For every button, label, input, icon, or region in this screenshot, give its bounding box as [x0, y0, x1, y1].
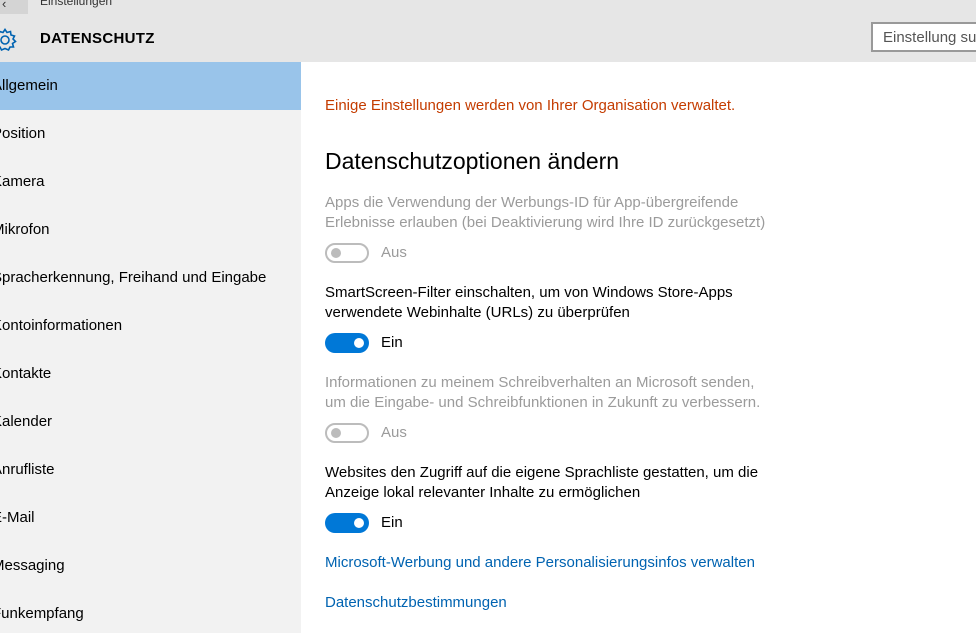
back-arrow-icon: ‹	[2, 0, 7, 11]
search-box[interactable]	[871, 22, 976, 52]
sidebar-item-label: Kontakte	[0, 365, 52, 382]
sidebar-item-kontoinformationen[interactable]: Kontoinformationen	[0, 302, 301, 350]
sidebar-item-messaging[interactable]: Messaging	[0, 542, 301, 590]
window-title: Einstellungen	[40, 0, 113, 8]
sidebar-item-label: Allgemein	[0, 77, 58, 94]
page-header: DATENSCHUTZ	[0, 14, 976, 62]
sidebar-item-email[interactable]: E-Mail	[0, 494, 301, 542]
sidebar-item-spracherkennung[interactable]: Spracherkennung, Freihand und Eingabe	[0, 254, 301, 302]
setting-description: Informationen zu meinem Schreibverhalten…	[325, 374, 761, 411]
sidebar-item-label: Funkempfang	[0, 605, 84, 622]
sidebar-item-kontakte[interactable]: Kontakte	[0, 350, 301, 398]
toggle-language-list[interactable]	[325, 513, 369, 533]
toggle-state-label: Ein	[381, 334, 403, 351]
gear-icon	[0, 28, 17, 52]
title-bar: ‹ Einstellungen	[0, 0, 976, 14]
back-button[interactable]: ‹	[0, 0, 28, 14]
setting-description: SmartScreen-Filter einschalten, um von W…	[325, 284, 733, 321]
sidebar-item-label: Kontoinformationen	[0, 317, 123, 334]
setting-smartscreen: SmartScreen-Filter einschalten, um von W…	[325, 283, 785, 323]
sidebar-item-label: Kamera	[0, 173, 45, 190]
sidebar-item-label: Mikrofon	[0, 221, 50, 238]
setting-description: Apps die Verwendung der Werbungs-ID für …	[325, 194, 766, 231]
setting-advertising-id: Apps die Verwendung der Werbungs-ID für …	[325, 193, 785, 233]
sidebar-item-funkempfang[interactable]: Funkempfang	[0, 590, 301, 633]
section-title: Datenschutzoptionen ändern	[325, 148, 620, 174]
setting-typing-info: Informationen zu meinem Schreibverhalten…	[325, 373, 785, 413]
toggle-typing-info	[325, 423, 369, 443]
sidebar-item-allgemein[interactable]: Allgemein	[0, 62, 301, 110]
search-input[interactable]	[873, 24, 976, 50]
toggle-advertising-id	[325, 243, 369, 263]
sidebar: Allgemein Position Kamera Mikrofon Sprac…	[0, 62, 301, 633]
sidebar-item-label: E-Mail	[0, 509, 35, 526]
link-privacy-statement[interactable]: Datenschutzbestimmungen	[325, 594, 507, 611]
sidebar-item-label: Spracherkennung, Freihand und Eingabe	[0, 269, 267, 286]
link-advertising-personalization[interactable]: Microsoft-Werbung und andere Personalisi…	[325, 554, 755, 571]
sidebar-item-label: Position	[0, 125, 46, 142]
toggle-state-label: Aus	[381, 244, 407, 261]
setting-description: Websites den Zugriff auf die eigene Spra…	[325, 464, 759, 501]
sidebar-item-label: Messaging	[0, 557, 65, 574]
sidebar-item-label: Kalender	[0, 413, 53, 430]
organization-notice: Einige Einstellungen werden von Ihrer Or…	[325, 97, 736, 114]
sidebar-item-kalender[interactable]: Kalender	[0, 398, 301, 446]
toggle-smartscreen[interactable]	[325, 333, 369, 353]
setting-language-list: Websites den Zugriff auf die eigene Spra…	[325, 463, 785, 503]
page-title: DATENSCHUTZ	[40, 30, 155, 47]
sidebar-item-mikrofon[interactable]: Mikrofon	[0, 206, 301, 254]
toggle-state-label: Ein	[381, 514, 403, 531]
sidebar-item-anrufliste[interactable]: Anrufliste	[0, 446, 301, 494]
sidebar-item-kamera[interactable]: Kamera	[0, 158, 301, 206]
toggle-state-label: Aus	[381, 424, 407, 441]
sidebar-item-label: Anrufliste	[0, 461, 55, 478]
sidebar-item-position[interactable]: Position	[0, 110, 301, 158]
